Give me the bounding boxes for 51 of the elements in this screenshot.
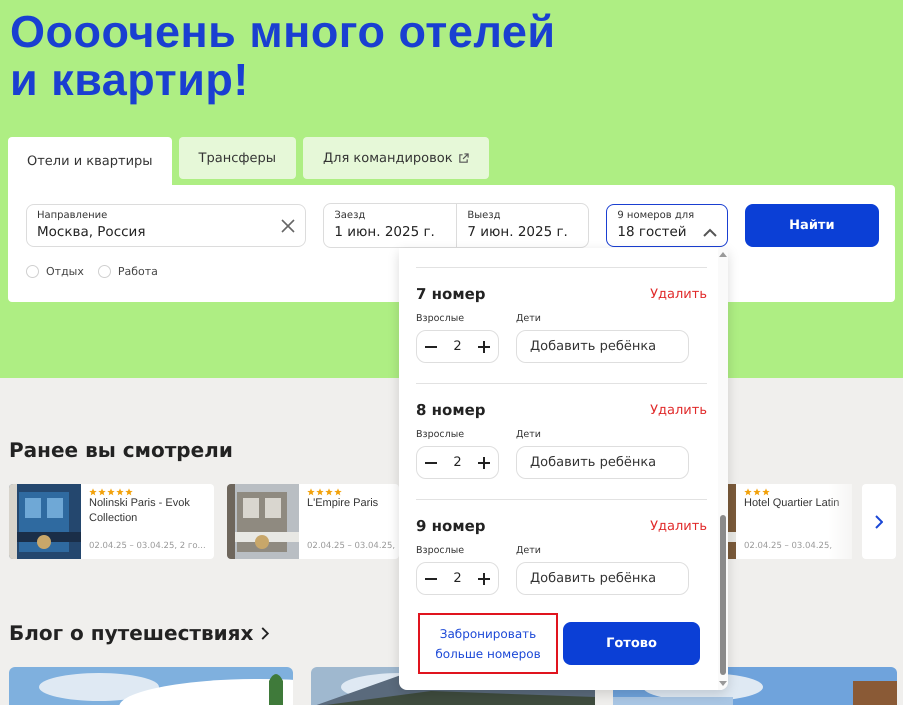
room-title: 8 номер <box>416 401 486 419</box>
hotel-name: L'Empire Paris <box>307 496 378 511</box>
scroll-down-icon[interactable] <box>719 681 727 686</box>
children-label: Дети <box>516 429 541 440</box>
adults-label: Взрослые <box>416 545 466 556</box>
radio-button[interactable] <box>98 265 111 278</box>
section-title: Ранее вы смотрели <box>9 438 233 462</box>
children-label: Дети <box>516 545 541 556</box>
hero-title: Оооочень много отелей <box>10 8 556 56</box>
radio-button[interactable] <box>26 265 39 278</box>
add-child-button[interactable]: Добавить ребёнка <box>516 330 689 363</box>
plus-icon[interactable] <box>478 456 490 468</box>
stay-dates: 02.04.25 – 03.04.25, 2 го... <box>89 541 206 551</box>
guests-field[interactable]: 9 номеров для 18 гостей <box>606 204 728 247</box>
hotel-card[interactable]: Nolinski Paris - Evok Collection 02.04.25 – 03.04.25, 2 го... <box>9 484 214 559</box>
scrollbar-thumb[interactable] <box>720 515 726 675</box>
adults-label: Взрослые <box>416 429 466 440</box>
tab[interactable]: Для командировок <box>302 137 489 179</box>
plus-icon[interactable] <box>478 572 490 584</box>
scroll-up-icon[interactable] <box>719 252 727 257</box>
stay-dates: 02.04.25 – 03.04.25, <box>744 541 832 551</box>
adults-count: 2 <box>453 339 462 354</box>
search-button[interactable]: Найти <box>744 204 879 247</box>
hotel-name: Hotel Quartier Latin <box>744 496 840 511</box>
adults-count: 2 <box>453 455 462 470</box>
room-title: 9 номер <box>416 517 486 535</box>
radio-label: Работа <box>118 265 158 278</box>
book-more-rooms-button[interactable]: Забронировать больше номеров <box>420 615 556 672</box>
tab[interactable]: Отели и квартиры <box>8 137 172 185</box>
hotel-name: Nolinski Paris - Evok Collection <box>89 496 191 526</box>
section-title[interactable]: Блог о путешествиях <box>9 621 254 645</box>
radio-label: Отдых <box>46 265 84 278</box>
remove-link[interactable]: Удалить <box>650 402 707 418</box>
plus-icon[interactable] <box>478 340 490 352</box>
adults-count: 2 <box>453 571 462 586</box>
add-child-button[interactable]: Добавить ребёнка <box>516 562 689 595</box>
room-title: 7 номер <box>416 285 486 303</box>
tab[interactable]: Трансферы <box>178 137 296 179</box>
chevron-right-icon <box>875 514 883 528</box>
adults-label: Взрослые <box>416 313 466 324</box>
children-label: Дети <box>516 313 541 324</box>
remove-link[interactable]: Удалить <box>650 286 707 302</box>
stay-dates: 02.04.25 – 03.04.25, <box>307 541 396 551</box>
destination-field[interactable]: Направление Москва, Россия <box>26 204 306 247</box>
clear-icon[interactable] <box>281 218 296 232</box>
chevron-icon <box>702 228 717 237</box>
hero-title: и квартир! <box>10 56 249 104</box>
done-button[interactable]: Готово <box>563 622 700 665</box>
hotel-card[interactable]: L'Empire Paris 02.04.25 – 03.04.25, <box>227 484 399 559</box>
chevron-right-icon <box>261 626 270 640</box>
add-child-button[interactable]: Добавить ребёнка <box>516 446 689 479</box>
